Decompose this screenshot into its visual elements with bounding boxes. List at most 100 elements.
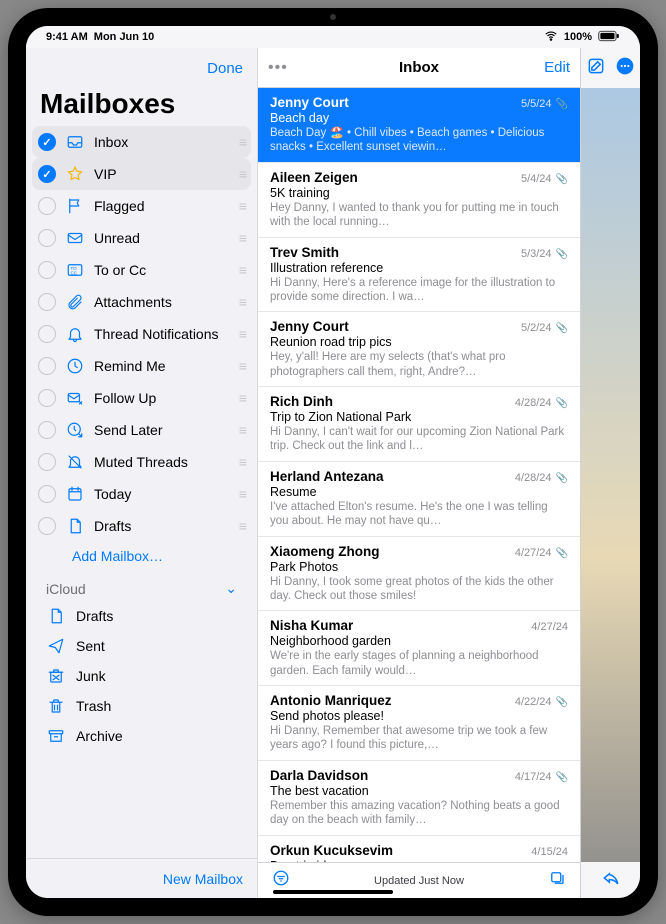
drag-handle-icon[interactable]: ≡ [239, 198, 245, 214]
filter-icon[interactable] [272, 869, 290, 892]
mailbox-item-inbox[interactable]: Inbox ≡ [32, 126, 251, 158]
message-row[interactable]: Jenny Court 5/2/24📎 Reunion road trip pi… [258, 312, 580, 387]
message-row[interactable]: Xiaomeng Zhong 4/27/24📎 Park Photos Hi D… [258, 537, 580, 612]
message-subject: Illustration reference [270, 261, 568, 275]
message-subject: The best vacation [270, 784, 568, 798]
mailbox-item-remind-me[interactable]: Remind Me ≡ [32, 350, 251, 382]
drag-handle-icon[interactable]: ≡ [239, 486, 245, 502]
attachment-icon: 📎 [556, 174, 568, 185]
checkbox-icon[interactable] [38, 133, 56, 151]
mailbox-item-today[interactable]: Today ≡ [32, 478, 251, 510]
reply-icon[interactable] [601, 868, 621, 893]
mailbox-item-attachments[interactable]: Attachments ≡ [32, 286, 251, 318]
message-sender: Aileen Zeigen [270, 170, 358, 185]
sidebar-title: Mailboxes [26, 88, 257, 126]
message-date: 4/22/24📎 [515, 696, 568, 708]
mailbox-label: VIP [94, 166, 231, 182]
svg-text:CC: CC [71, 271, 78, 276]
checkbox-icon[interactable] [38, 485, 56, 503]
message-list-pane: ••• Inbox Edit Jenny Court 5/5/24📎 Beach… [258, 48, 580, 898]
message-row[interactable]: Darla Davidson 4/17/24📎 The best vacatio… [258, 761, 580, 836]
checkbox-icon[interactable] [38, 293, 56, 311]
folder-junk[interactable]: Junk [32, 661, 251, 691]
archive-icon [46, 727, 66, 745]
drag-handle-icon[interactable]: ≡ [239, 294, 245, 310]
message-date: 5/5/24📎 [521, 98, 568, 110]
drag-handle-icon[interactable]: ≡ [239, 390, 245, 406]
mailbox-item-flagged[interactable]: Flagged ≡ [32, 190, 251, 222]
message-row[interactable]: Nisha Kumar 4/27/24 Neighborhood garden … [258, 611, 580, 686]
message-row[interactable]: Orkun Kucuksevim 4/15/24 Day trip idea H… [258, 836, 580, 863]
checkbox-icon[interactable] [38, 389, 56, 407]
stack-icon[interactable] [548, 869, 566, 892]
checkbox-icon[interactable] [38, 421, 56, 439]
drag-handle-icon[interactable]: ≡ [239, 230, 245, 246]
mailbox-label: Attachments [94, 294, 231, 310]
mailbox-item-follow-up[interactable]: Follow Up ≡ [32, 382, 251, 414]
folder-sent[interactable]: Sent [32, 631, 251, 661]
done-button[interactable]: Done [207, 60, 243, 77]
battery-icon [598, 30, 620, 45]
checkbox-icon[interactable] [38, 261, 56, 279]
checkbox-icon[interactable] [38, 517, 56, 535]
folder-label: Drafts [76, 608, 113, 624]
wifi-icon [544, 29, 558, 46]
mailbox-item-thread-notifications[interactable]: Thread Notifications ≡ [32, 318, 251, 350]
message-row[interactable]: Antonio Manriquez 4/22/24📎 Send photos p… [258, 686, 580, 761]
message-subject: Resume [270, 485, 568, 499]
chevron-down-icon: ⌄ [225, 580, 237, 597]
mailbox-label: Send Later [94, 422, 231, 438]
folder-archive[interactable]: Archive [32, 721, 251, 751]
mailbox-item-send-later[interactable]: Send Later ≡ [32, 414, 251, 446]
drag-handle-icon[interactable]: ≡ [239, 454, 245, 470]
checkbox-icon[interactable] [38, 165, 56, 183]
drag-handle-icon[interactable]: ≡ [239, 358, 245, 374]
drag-handle-icon[interactable]: ≡ [239, 518, 245, 534]
folder-drafts[interactable]: Drafts [32, 601, 251, 631]
drag-handle-icon[interactable]: ≡ [239, 326, 245, 342]
attachment-icon: 📎 [556, 99, 568, 110]
screen: 9:41 AM Mon Jun 10 100% Done Mailboxes [26, 26, 640, 898]
folder-trash[interactable]: Trash [32, 691, 251, 721]
drag-handle-icon[interactable]: ≡ [239, 166, 245, 182]
drag-handle-icon[interactable]: ≡ [239, 262, 245, 278]
mailbox-item-to-or-cc[interactable]: TOCC To or Cc ≡ [32, 254, 251, 286]
drag-handle-icon[interactable]: ≡ [239, 422, 245, 438]
message-sender: Xiaomeng Zhong [270, 544, 380, 559]
account-section-header[interactable]: iCloud ⌄ [32, 574, 251, 601]
checkbox-icon[interactable] [38, 229, 56, 247]
message-row[interactable]: Herland Antezana 4/28/24📎 Resume I've at… [258, 462, 580, 537]
message-row[interactable]: Aileen Zeigen 5/4/24📎 5K training Hey Da… [258, 163, 580, 238]
attachment-icon: 📎 [556, 323, 568, 334]
status-time: 9:41 AM [46, 31, 88, 43]
doc-icon [64, 517, 86, 535]
mailbox-item-muted-threads[interactable]: Muted Threads ≡ [32, 446, 251, 478]
message-preview: Hi Danny, I took some great photos of th… [270, 575, 568, 604]
message-row[interactable]: Rich Dinh 4/28/24📎 Trip to Zion National… [258, 387, 580, 462]
mailbox-item-vip[interactable]: VIP ≡ [32, 158, 251, 190]
mailbox-label: Thread Notifications [94, 326, 231, 342]
checkbox-icon[interactable] [38, 325, 56, 343]
checkbox-icon[interactable] [38, 453, 56, 471]
account-name: iCloud [46, 581, 86, 597]
message-row[interactable]: Trev Smith 5/3/24📎 Illustration referenc… [258, 238, 580, 313]
more-circle-icon[interactable] [615, 56, 635, 81]
message-date: 5/2/24📎 [521, 322, 568, 334]
message-preview: Hi Danny, Here's a reference image for t… [270, 276, 568, 305]
tray-icon [64, 133, 86, 151]
add-mailbox-button[interactable]: Add Mailbox… [32, 542, 251, 574]
mailbox-item-drafts[interactable]: Drafts ≡ [32, 510, 251, 542]
message-date: 4/27/24 [531, 621, 568, 633]
mute-icon [64, 453, 86, 471]
drag-handle-icon[interactable]: ≡ [239, 134, 245, 150]
new-mailbox-button[interactable]: New Mailbox [163, 871, 243, 887]
checkbox-icon[interactable] [38, 357, 56, 375]
mailbox-label: Drafts [94, 518, 231, 534]
mailbox-item-unread[interactable]: Unread ≡ [32, 222, 251, 254]
message-subject: Trip to Zion National Park [270, 410, 568, 424]
message-row[interactable]: Jenny Court 5/5/24📎 Beach day Beach Day … [258, 88, 580, 163]
mailbox-label: Inbox [94, 134, 231, 150]
message-sender: Nisha Kumar [270, 618, 353, 633]
checkbox-icon[interactable] [38, 197, 56, 215]
compose-icon[interactable] [586, 56, 606, 81]
